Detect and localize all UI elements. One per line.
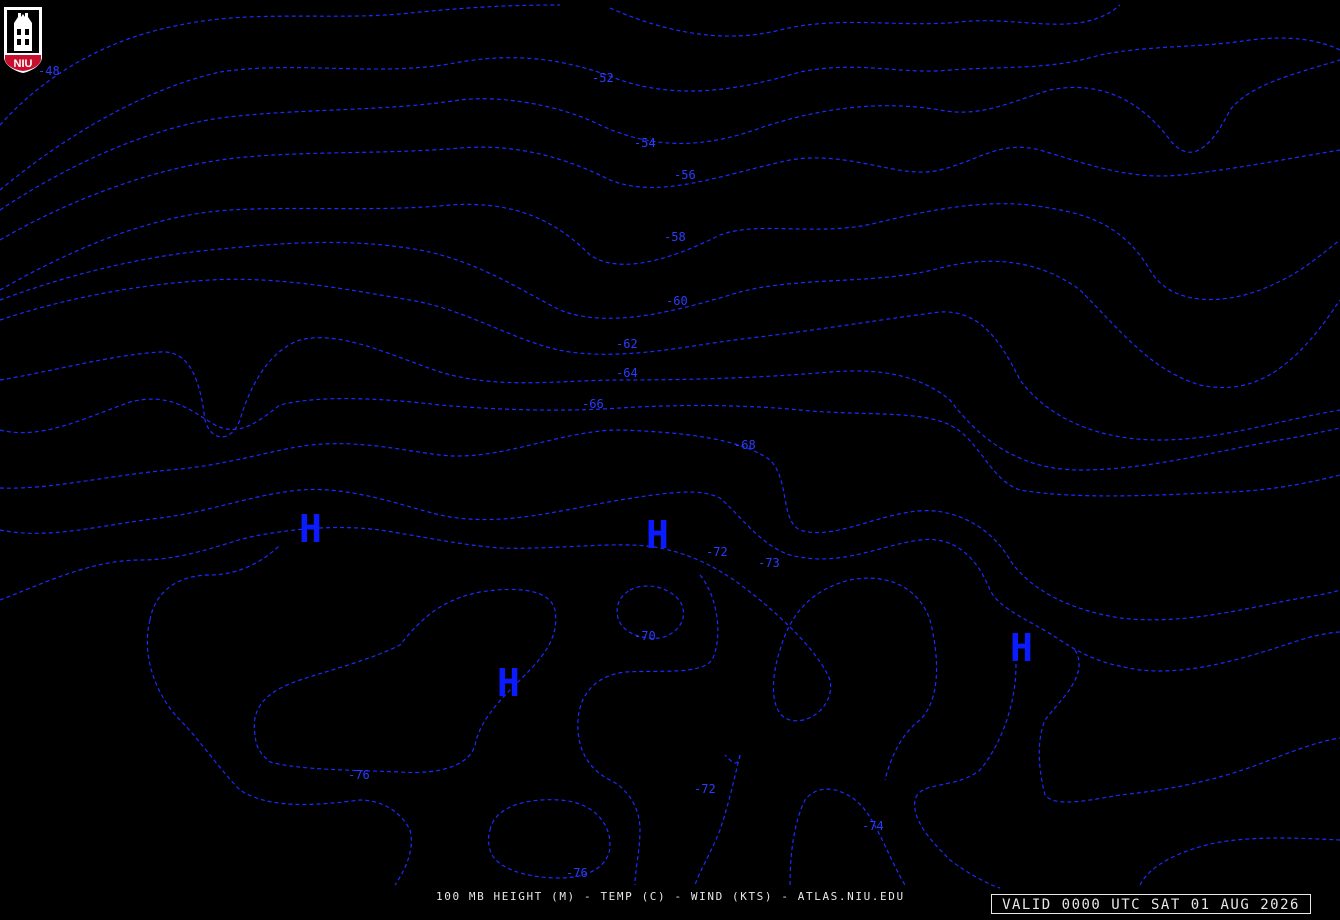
contour-line: [0, 37, 1340, 191]
logo-text: NIU: [14, 58, 33, 70]
contour-label: -52: [592, 71, 614, 85]
contour-label: -70: [634, 629, 656, 643]
contour-label: -76: [348, 768, 370, 782]
contour-label: -62: [616, 337, 638, 351]
weather-map: -48 -52 -54 -56 -58 -60 -62 -64 -66 -68 …: [0, 4, 1340, 889]
contour-label: -76: [566, 866, 588, 880]
contour-line: [1139, 837, 1340, 886]
contour-label: -72: [706, 545, 728, 559]
contour-label: -66: [582, 397, 604, 411]
contour-line: [0, 4, 561, 126]
contour-label: -54: [634, 136, 656, 150]
contour-label: -68: [734, 438, 756, 452]
contour-line: [0, 429, 1340, 621]
contour-line: [0, 526, 938, 781]
contour-line: [0, 241, 1340, 389]
niu-tower-logo-icon: NIU: [4, 7, 42, 73]
contour-line: [694, 754, 741, 886]
contour-line: [914, 649, 1017, 889]
high-pressure-marker: H: [646, 513, 669, 557]
high-pressure-marker: H: [1010, 626, 1033, 670]
high-pressure-marker: H: [299, 507, 322, 551]
contour-line: [0, 203, 1340, 301]
contour-line: [487, 799, 611, 879]
contour-line: [0, 397, 1340, 497]
contour-label: -74: [862, 819, 884, 833]
contour-label: -60: [666, 294, 688, 308]
contour-line: [149, 544, 281, 621]
valid-time-box: VALID 0000 UTC SAT 01 AUG 2026: [991, 894, 1311, 914]
high-pressure-marker: H: [497, 661, 520, 705]
contour-line: [1038, 649, 1340, 803]
temperature-contours: [0, 4, 1340, 889]
contour-label: -58: [664, 230, 686, 244]
contour-labels: -48 -52 -54 -56 -58 -60 -62 -64 -66 -68 …: [38, 64, 884, 880]
contour-label: -72: [694, 782, 716, 796]
contour-line: [0, 337, 1340, 471]
contour-line: [0, 488, 1340, 672]
contour-line: [609, 4, 1121, 37]
contour-line: [0, 59, 1340, 211]
contour-line: [789, 788, 906, 886]
contour-label: -73: [758, 556, 780, 570]
contour-line: [577, 574, 719, 886]
contour-line: [146, 619, 412, 886]
contour-line: [0, 146, 1340, 241]
high-pressure-centers: H H H H: [299, 507, 1033, 705]
contour-label: -64: [616, 366, 638, 380]
map-caption: 100 MB HEIGHT (M) - TEMP (C) - WIND (KTS…: [436, 890, 905, 903]
contour-label: -56: [674, 168, 696, 182]
contour-line: [724, 754, 741, 764]
